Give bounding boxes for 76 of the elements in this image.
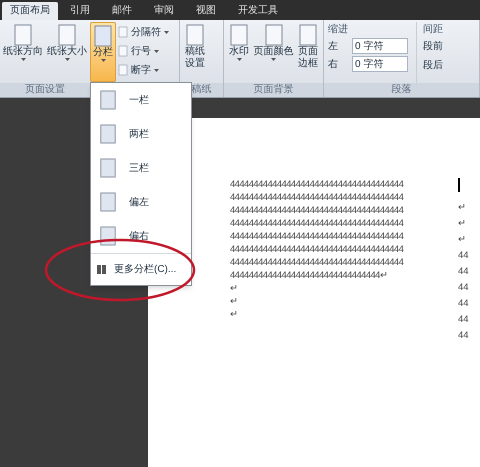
page-icon [118, 45, 128, 57]
ribbon-tab[interactable]: 页面布局 [2, 2, 58, 20]
page-icon [99, 156, 117, 180]
page-icon [13, 24, 33, 46]
ribbon-button[interactable]: 分栏 [90, 22, 116, 82]
text-line: 44 [458, 329, 469, 343]
ribbon-button[interactable]: 页面边框 [295, 22, 321, 82]
menu-item[interactable]: 两栏 [91, 117, 191, 151]
text-line: ↵ [230, 282, 238, 295]
text-line: 44 [458, 313, 469, 327]
field-label: 段后 [423, 58, 443, 73]
ribbon-button[interactable]: 分隔符 [118, 24, 171, 40]
ribbon-button[interactable]: 纸张方向 [2, 22, 44, 82]
caret-icon [271, 58, 276, 61]
text-cursor [458, 178, 460, 192]
page-icon [298, 24, 318, 46]
page-icon [118, 64, 128, 76]
text-line: 44 [458, 281, 469, 295]
text-line: 44 [458, 265, 469, 279]
text-line: ↵ [458, 217, 467, 231]
caret-icon [164, 30, 169, 34]
ribbon-tab[interactable]: 视图 [186, 2, 226, 20]
group-label: 页面设置 [25, 83, 65, 97]
ribbon-tab[interactable]: 邮件 [102, 2, 142, 20]
indent-label: 缩进 [328, 22, 349, 36]
text-line: 44 [458, 297, 469, 311]
text-line: 4444444444444444444444444444444444444 [230, 243, 405, 256]
text-line: 4444444444444444444444444444444444444 [230, 204, 405, 217]
page-icon [57, 24, 77, 46]
columns-icon [97, 265, 106, 274]
group-label: 段落 [392, 83, 412, 97]
text-line: 4444444444444444444444444444444444444 [230, 256, 405, 269]
ribbon-button[interactable]: 稿纸设置 [182, 22, 208, 82]
menu-item[interactable]: 一栏 [91, 83, 191, 117]
ribbon-tab[interactable]: 引用 [60, 2, 100, 20]
spin-field[interactable]: 0 字符 [352, 38, 408, 54]
text-line: ↵ [458, 201, 467, 215]
ribbon-button[interactable]: 水印 [226, 22, 252, 82]
ribbon-button[interactable]: 断字 [118, 62, 171, 78]
page-icon [118, 26, 128, 38]
page-icon [264, 24, 284, 46]
caret-icon [154, 50, 159, 52]
ribbon-tab[interactable]: 开发工具 [228, 2, 288, 20]
text-line: 44444444444444444444444444444444↵ [230, 269, 388, 282]
field-label: 段前 [423, 40, 443, 54]
spin-field[interactable]: 0 字符 [352, 56, 408, 72]
page-icon [185, 24, 205, 46]
text-line: ↵ [458, 233, 467, 247]
page-icon [229, 24, 249, 46]
ribbon-button[interactable]: 纸张大小 [46, 22, 88, 82]
text-line: 44 [458, 249, 469, 263]
text-line: 4444444444444444444444444444444444444 [230, 178, 405, 191]
text-line: ↵ [230, 308, 238, 321]
field-label: 左 [328, 40, 339, 54]
menu-item[interactable]: 偏左 [91, 185, 191, 219]
caret-icon [100, 59, 106, 62]
page-icon [99, 190, 117, 214]
group-label: 页面背景 [254, 83, 294, 97]
page-icon [99, 88, 117, 112]
caret-icon [20, 58, 26, 61]
group-label: 稿纸 [192, 83, 212, 97]
ribbon-tab[interactable]: 审阅 [144, 2, 184, 20]
field-label: 右 [328, 58, 339, 72]
page-icon [93, 25, 113, 47]
text-line: 4444444444444444444444444444444444444 [230, 191, 405, 204]
text-line: 4444444444444444444444444444444444444 [230, 217, 405, 230]
text-line: 4444444444444444444444444444444444444 [230, 230, 405, 243]
ribbon-button[interactable]: 行号 [118, 43, 171, 59]
spacing-label: 间距 [423, 23, 443, 36]
text-line: ↵ [230, 295, 238, 308]
menu-item[interactable]: 三栏 [91, 151, 191, 185]
caret-icon [64, 58, 70, 61]
ribbon-button[interactable]: 页面颜色 [254, 22, 293, 82]
page-icon [99, 122, 117, 146]
caret-icon [154, 68, 159, 72]
caret-icon [236, 58, 242, 61]
